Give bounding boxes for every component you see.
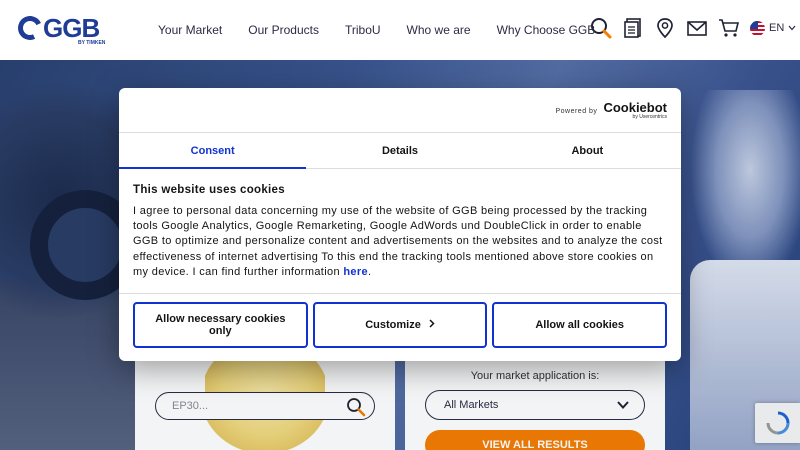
ggb-logo[interactable]: GGB BY TIMKEN — [14, 12, 118, 46]
chevron-right-icon — [429, 319, 435, 331]
search-icon[interactable] — [590, 17, 612, 39]
powered-by-label: Powered by — [555, 107, 598, 115]
language-label: EN — [769, 22, 785, 34]
tab-about[interactable]: About — [494, 133, 681, 168]
logo-text: GGB — [43, 13, 100, 43]
nav-who-we-are[interactable]: Who we are — [407, 23, 471, 37]
cart-icon[interactable] — [718, 17, 740, 39]
mail-icon[interactable] — [686, 17, 708, 39]
tab-details[interactable]: Details — [306, 133, 493, 168]
catalog-icon[interactable] — [622, 17, 644, 39]
nav-tribou[interactable]: TriboU — [345, 23, 381, 37]
tab-consent[interactable]: Consent — [119, 133, 307, 169]
logo-ring-icon — [14, 12, 46, 44]
nav-why-choose-ggb[interactable]: Why Choose GGB — [497, 23, 596, 37]
chevron-down-icon — [788, 25, 796, 31]
cookie-description: I agree to personal data concerning my u… — [133, 205, 663, 278]
allow-all-button[interactable]: Allow all cookies — [492, 302, 668, 348]
cookie-title: This website uses cookies — [133, 184, 285, 196]
cookiebot-logo: Cookiebot by Usercentrics — [603, 100, 667, 120]
cookie-consent-dialog: Powered by Cookiebot by Usercentrics Con… — [119, 88, 681, 361]
site-header: GGB BY TIMKEN Your Market Our Products T… — [0, 0, 800, 60]
nav-your-market[interactable]: Your Market — [158, 23, 222, 37]
us-flag-icon — [750, 20, 765, 36]
logo-subtitle: BY TIMKEN — [78, 40, 106, 46]
customize-label: Customize — [365, 319, 421, 331]
header-icons: EN — [590, 17, 796, 39]
nav-our-products[interactable]: Our Products — [248, 23, 319, 37]
location-pin-icon[interactable] — [654, 17, 676, 39]
allow-necessary-button[interactable]: Allow necessary cookies only — [133, 302, 308, 348]
cookie-tabs: Consent Details About — [119, 132, 681, 169]
language-selector[interactable]: EN — [750, 20, 796, 36]
further-info-link[interactable]: here — [343, 266, 368, 278]
cookie-buttons: Allow necessary cookies only Customize A… — [133, 302, 668, 348]
main-nav: Your Market Our Products TriboU Who we a… — [145, 0, 608, 60]
cookie-description-text: I agree to personal data concerning my u… — [133, 205, 663, 278]
cookiebot-branding[interactable]: Powered by Cookiebot by Usercentrics — [555, 100, 667, 120]
cookiebot-logo-text: Cookiebot — [603, 100, 667, 115]
divider — [119, 293, 681, 294]
customize-button[interactable]: Customize — [312, 302, 488, 348]
